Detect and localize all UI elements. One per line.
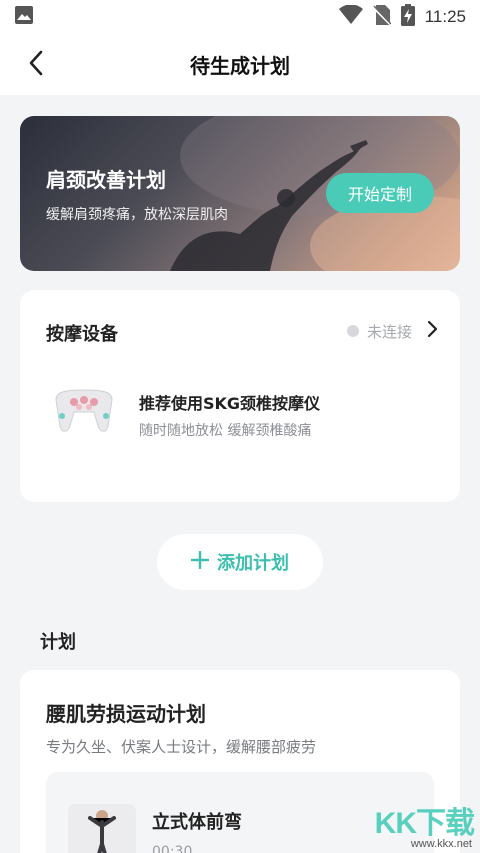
plans-section-title: 计划 xyxy=(40,632,76,653)
exercise-name: 立式体前弯 xyxy=(152,812,242,833)
exercise-duration: 00:30 xyxy=(152,844,193,853)
status-time: 11:25 xyxy=(424,6,466,26)
device-name[interactable]: 推荐使用SKG颈椎按摩仪 xyxy=(139,390,320,414)
add-plan-button[interactable]: 添加计划 xyxy=(157,534,323,590)
device-card-title: 按摩设备 xyxy=(46,324,118,345)
battery-charging-icon xyxy=(400,3,415,30)
status-bar: 11:25 xyxy=(0,0,480,33)
banner-subtitle: 缓解肩颈疼痛，放松深层肌肉 xyxy=(46,207,228,223)
back-button[interactable] xyxy=(18,47,54,83)
no-sim-icon xyxy=(371,4,392,30)
wifi-icon xyxy=(338,3,363,29)
page-title: 待生成计划 xyxy=(190,53,290,78)
app-bar: 待生成计划 xyxy=(0,33,480,95)
start-customize-button[interactable]: 开始定制 xyxy=(326,173,434,213)
watermark: KK下载 www.kkx.net xyxy=(360,798,480,853)
shoulder-plan-banner[interactable]: 肩颈改善计划 缓解肩颈疼痛，放松深层肌肉 开始定制 xyxy=(20,116,460,271)
watermark-url: www.kkx.net xyxy=(410,838,472,850)
exercise-image xyxy=(68,804,136,853)
status-dot xyxy=(346,325,359,337)
image-icon xyxy=(14,5,34,29)
chevron-left-icon xyxy=(27,50,45,80)
plus-icon xyxy=(190,549,210,573)
connection-status[interactable]: 未连接 xyxy=(346,320,438,342)
neck-massager-image xyxy=(55,389,113,432)
connection-status-label: 未连接 xyxy=(366,322,412,341)
add-plan-label: 添加计划 xyxy=(217,553,289,574)
banner-title: 肩颈改善计划 xyxy=(46,168,166,192)
massage-device-card: 按摩设备 未连接 推荐使用SKG颈椎按摩仪 随时随地放松 缓解颈椎酸痛 xyxy=(20,290,460,502)
watermark-logo: KK下载 xyxy=(374,807,475,840)
chevron-right-icon xyxy=(426,320,438,342)
plan-title: 腰肌劳损运动计划 xyxy=(46,702,206,726)
plan-description: 专为久坐、伏案人士设计，缓解腰部疲劳 xyxy=(46,738,317,756)
device-description: 随时随地放松 缓解颈椎酸痛 xyxy=(139,423,312,439)
